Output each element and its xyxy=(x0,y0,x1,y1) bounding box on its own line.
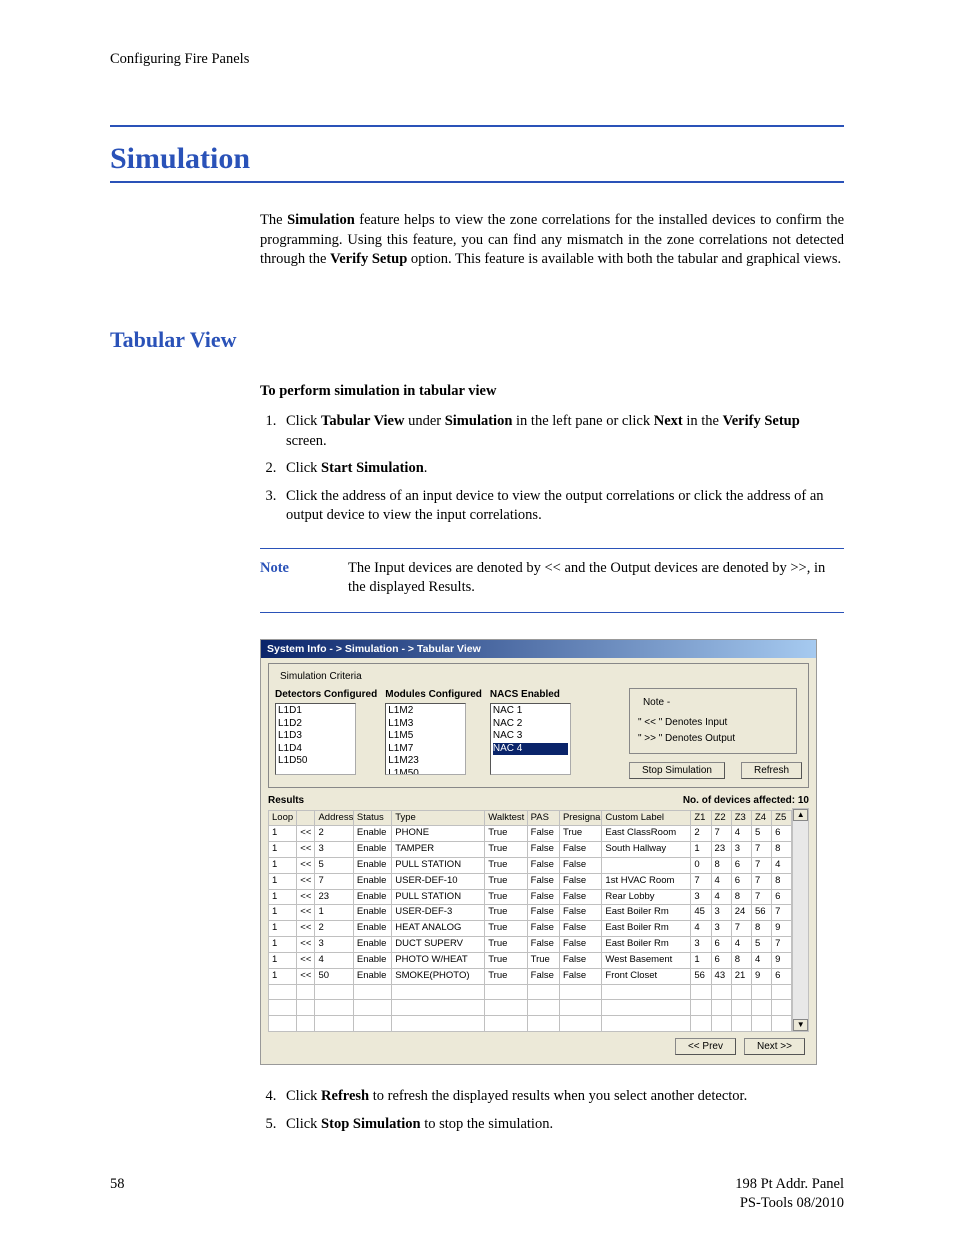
doc-title: 198 Pt Addr. Panel xyxy=(735,1175,844,1195)
column-header[interactable]: Presignal xyxy=(559,810,601,826)
column-header[interactable]: Z2 xyxy=(711,810,731,826)
intro-paragraph: The Simulation feature helps to view the… xyxy=(260,211,844,270)
modules-header: Modules Configured xyxy=(385,688,482,702)
column-header[interactable]: Status xyxy=(353,810,391,826)
column-header[interactable]: Address xyxy=(315,810,353,826)
column-header[interactable]: Z4 xyxy=(751,810,771,826)
table-row[interactable]: 1<<23EnablePULL STATIONTrueFalseFalseRea… xyxy=(269,889,792,905)
criteria-legend: Simulation Criteria xyxy=(277,670,365,684)
column-header[interactable]: PAS xyxy=(527,810,559,826)
list-item[interactable]: L1D3 xyxy=(278,730,353,743)
table-row[interactable]: 1<<3EnableTAMPERTrueFalseFalseSouth Hall… xyxy=(269,842,792,858)
modules-listbox[interactable]: L1M2L1M3L1M5L1M7L1M23L1M50 xyxy=(385,703,466,775)
app-note-line-output: " >> " Denotes Output xyxy=(638,731,788,747)
column-header[interactable]: Walktest xyxy=(485,810,527,826)
note-box: Note The Input devices are denoted by <<… xyxy=(260,548,844,613)
section-rule-top xyxy=(110,125,844,127)
list-item[interactable]: NAC 4 xyxy=(493,743,568,756)
list-item[interactable]: NAC 2 xyxy=(493,718,568,731)
column-header[interactable]: Type xyxy=(392,810,485,826)
app-note-line-input: " << " Denotes Input xyxy=(638,715,788,731)
table-row xyxy=(269,1000,792,1016)
list-item[interactable]: L1M7 xyxy=(388,743,463,756)
table-row[interactable]: 1<<2EnableHEAT ANALOGTrueFalseFalseEast … xyxy=(269,921,792,937)
results-label: Results xyxy=(268,794,304,808)
section-title-simulation: Simulation xyxy=(110,139,844,180)
table-row[interactable]: 1<<1EnableUSER-DEF-3TrueFalseFalseEast B… xyxy=(269,905,792,921)
step-5: Click Stop Simulation to stop the simula… xyxy=(280,1115,844,1135)
column-header[interactable]: Z3 xyxy=(731,810,751,826)
vertical-scrollbar[interactable]: ▲ ▼ xyxy=(792,808,809,1032)
page-number: 58 xyxy=(110,1175,125,1214)
scroll-down-icon[interactable]: ▼ xyxy=(793,1019,808,1031)
step-3: Click the address of an input device to … xyxy=(280,487,844,526)
table-row[interactable]: 1<<7EnableUSER-DEF-10TrueFalseFalse1st H… xyxy=(269,873,792,889)
stop-simulation-button[interactable]: Stop Simulation xyxy=(629,762,725,780)
table-row[interactable]: 1<<2EnablePHONETrueFalseTrueEast ClassRo… xyxy=(269,826,792,842)
list-item[interactable]: NAC 1 xyxy=(493,705,568,718)
procedure-heading: To perform simulation in tabular view xyxy=(260,382,844,402)
column-header[interactable]: Z1 xyxy=(691,810,711,826)
running-header: Configuring Fire Panels xyxy=(110,50,844,70)
page-footer: 58 198 Pt Addr. Panel PS-Tools 08/2010 xyxy=(110,1175,844,1214)
results-table[interactable]: Loop AddressStatusTypeWalktestPASPresigna… xyxy=(268,810,792,1032)
column-header[interactable]: Custom Label xyxy=(602,810,691,826)
list-item[interactable]: L1D50 xyxy=(278,755,353,768)
step-2: Click Start Simulation. xyxy=(280,459,844,479)
list-item[interactable]: L1D2 xyxy=(278,718,353,731)
devices-affected: No. of devices affected: 10 xyxy=(683,794,809,808)
note-label: Note xyxy=(260,559,320,598)
column-header[interactable] xyxy=(297,810,315,826)
table-row[interactable]: 1<<50EnableSMOKE(PHOTO)TrueFalseFalseFro… xyxy=(269,968,792,984)
list-item[interactable]: L1D1 xyxy=(278,705,353,718)
nacs-listbox[interactable]: NAC 1NAC 2NAC 3NAC 4 xyxy=(490,703,571,775)
detectors-listbox[interactable]: L1D1L1D2L1D3L1D4L1D50 xyxy=(275,703,356,775)
note-text: The Input devices are denoted by << and … xyxy=(348,559,844,598)
prev-button[interactable]: << Prev xyxy=(675,1038,736,1056)
step-4: Click Refresh to refresh the displayed r… xyxy=(280,1087,844,1107)
list-item[interactable]: L1M23 xyxy=(388,755,463,768)
list-item[interactable]: L1M3 xyxy=(388,718,463,731)
subsection-title-tabular: Tabular View xyxy=(110,325,844,355)
table-row[interactable]: 1<<3EnableDUCT SUPERVTrueFalseFalseEast … xyxy=(269,937,792,953)
refresh-button[interactable]: Refresh xyxy=(741,762,802,780)
column-header[interactable]: Loop xyxy=(269,810,297,826)
table-row[interactable]: 1<<5EnablePULL STATIONTrueFalseFalse0867… xyxy=(269,858,792,874)
procedure-steps: Click Tabular View under Simulation in t… xyxy=(260,412,844,526)
app-titlebar: System Info - > Simulation - > Tabular V… xyxy=(261,640,816,658)
procedure-steps-continued: Click Refresh to refresh the displayed r… xyxy=(260,1087,844,1134)
section-rule-bottom xyxy=(110,181,844,183)
list-item[interactable]: L1D4 xyxy=(278,743,353,756)
list-item[interactable]: L1M2 xyxy=(388,705,463,718)
app-screenshot: System Info - > Simulation - > Tabular V… xyxy=(260,639,817,1066)
detectors-header: Detectors Configured xyxy=(275,688,377,702)
nacs-header: NACS Enabled xyxy=(490,688,571,702)
app-note-legend: Note - xyxy=(640,695,673,711)
table-row xyxy=(269,1016,792,1032)
table-row xyxy=(269,984,792,1000)
next-button[interactable]: Next >> xyxy=(744,1038,805,1056)
list-item[interactable]: L1M50 xyxy=(388,768,463,776)
list-item[interactable]: NAC 3 xyxy=(493,730,568,743)
table-row[interactable]: 1<<4EnablePHOTO W/HEATTrueTrueFalseWest … xyxy=(269,952,792,968)
scroll-up-icon[interactable]: ▲ xyxy=(793,809,808,821)
list-item[interactable]: L1M5 xyxy=(388,730,463,743)
doc-date: PS-Tools 08/2010 xyxy=(735,1194,844,1214)
step-1: Click Tabular View under Simulation in t… xyxy=(280,412,844,451)
column-header[interactable]: Z5 xyxy=(772,810,792,826)
